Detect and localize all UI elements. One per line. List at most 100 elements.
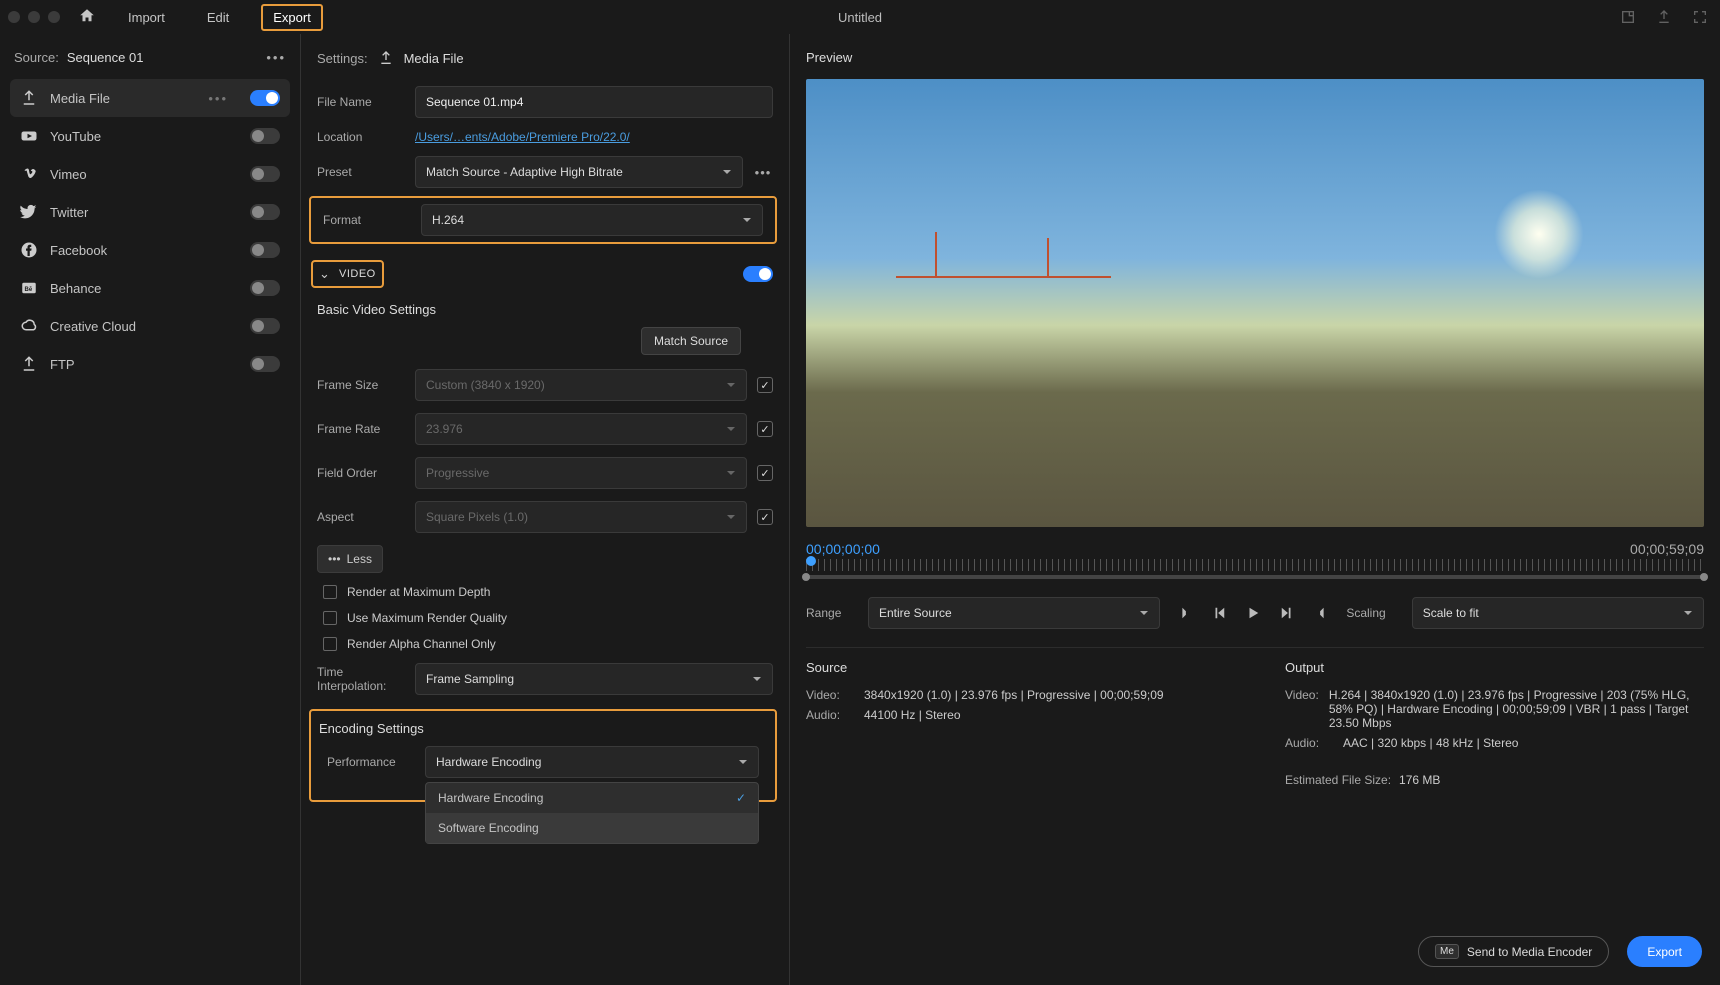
- dest-youtube[interactable]: YouTube: [10, 117, 290, 155]
- source-label: Source:: [14, 50, 59, 65]
- mark-out-icon[interactable]: [1314, 606, 1328, 620]
- preview-monitor[interactable]: [806, 79, 1704, 527]
- dest-toggle[interactable]: [250, 242, 280, 258]
- render-alpha-label: Render Alpha Channel Only: [347, 637, 496, 651]
- frame-rate-select[interactable]: 23.976: [415, 413, 747, 445]
- preview-header: Preview: [806, 44, 1704, 79]
- step-forward-icon[interactable]: [1280, 606, 1294, 620]
- dest-creative-cloud[interactable]: Creative Cloud: [10, 307, 290, 345]
- step-back-icon[interactable]: [1212, 606, 1226, 620]
- send-to-encoder-button[interactable]: Me Send to Media Encoder: [1418, 936, 1609, 967]
- less-button[interactable]: •••Less: [317, 545, 383, 573]
- dest-toggle[interactable]: [250, 318, 280, 334]
- aspect-lock-check[interactable]: [757, 509, 773, 525]
- media-encoder-badge-icon: Me: [1435, 944, 1459, 959]
- settings-label: Settings:: [317, 51, 368, 66]
- home-icon[interactable]: [78, 7, 96, 28]
- preset-more-icon[interactable]: •••: [753, 165, 773, 180]
- menu-edit[interactable]: Edit: [197, 4, 239, 31]
- frame-size-select[interactable]: Custom (3840 x 1920): [415, 369, 747, 401]
- format-select[interactable]: H.264: [421, 204, 763, 236]
- max-render-icon[interactable]: [1620, 9, 1636, 25]
- est-value: 176 MB: [1399, 773, 1440, 787]
- timecode-out: 00;00;59;09: [1630, 541, 1704, 557]
- chevron-down-icon: [752, 674, 762, 684]
- chevron-down-icon: [722, 167, 732, 177]
- mark-in-icon[interactable]: [1178, 606, 1192, 620]
- document-title: Untitled: [838, 10, 882, 25]
- settings-export-icon: [378, 50, 394, 66]
- scaling-select[interactable]: Scale to fit: [1412, 597, 1704, 629]
- frame-rate-lock-check[interactable]: [757, 421, 773, 437]
- dest-ftp[interactable]: FTP: [10, 345, 290, 383]
- render-max-depth-checkbox[interactable]: [323, 585, 337, 599]
- export-button[interactable]: Export: [1627, 936, 1702, 967]
- field-order-select[interactable]: Progressive: [415, 457, 747, 489]
- twitter-icon: [20, 203, 38, 221]
- filename-input[interactable]: [415, 86, 773, 118]
- dest-label: Vimeo: [50, 167, 238, 182]
- range-select[interactable]: Entire Source: [868, 597, 1160, 629]
- export-file-icon: [20, 89, 38, 107]
- frame-rate-label: Frame Rate: [317, 422, 405, 436]
- dest-toggle[interactable]: [250, 166, 280, 182]
- play-icon[interactable]: [1246, 606, 1260, 620]
- frame-size-lock-check[interactable]: [757, 377, 773, 393]
- dest-behance[interactable]: Bē Behance: [10, 269, 290, 307]
- out-video-key: Video:: [1285, 688, 1319, 730]
- source-value[interactable]: Sequence 01: [67, 50, 267, 65]
- out-audio-key: Audio:: [1285, 736, 1333, 750]
- scrubber[interactable]: [806, 559, 1704, 585]
- youtube-icon: [20, 127, 38, 145]
- section-caret-icon[interactable]: ⌄: [319, 266, 331, 282]
- dest-facebook[interactable]: Facebook: [10, 231, 290, 269]
- perf-option-software[interactable]: Software Encoding: [426, 813, 758, 843]
- check-icon: ✓: [736, 791, 746, 805]
- dest-twitter[interactable]: Twitter: [10, 193, 290, 231]
- output-info-header: Output: [1285, 660, 1704, 685]
- dest-label: FTP: [50, 357, 238, 372]
- dest-more-icon[interactable]: •••: [208, 91, 228, 106]
- video-section-title[interactable]: VIDEO: [339, 268, 376, 280]
- playhead-icon[interactable]: [806, 556, 816, 566]
- encoding-settings-header: Encoding Settings: [319, 721, 767, 744]
- menu-import[interactable]: Import: [118, 4, 175, 31]
- render-alpha-checkbox[interactable]: [323, 637, 337, 651]
- dest-toggle[interactable]: [250, 90, 280, 106]
- creative-cloud-icon: [20, 317, 38, 335]
- use-max-quality-checkbox[interactable]: [323, 611, 337, 625]
- dest-toggle[interactable]: [250, 280, 280, 296]
- dest-label: YouTube: [50, 129, 238, 144]
- share-icon[interactable]: [1656, 9, 1672, 25]
- settings-name: Media File: [404, 51, 464, 66]
- performance-select[interactable]: Hardware Encoding: [425, 746, 759, 778]
- dest-vimeo[interactable]: Vimeo: [10, 155, 290, 193]
- preset-select[interactable]: Match Source - Adaptive High Bitrate: [415, 156, 743, 188]
- chevron-down-icon: [726, 380, 736, 390]
- source-more-icon[interactable]: •••: [266, 50, 286, 65]
- field-order-lock-check[interactable]: [757, 465, 773, 481]
- chevron-down-icon: [726, 512, 736, 522]
- window-traffic-lights[interactable]: [8, 11, 60, 23]
- video-section-toggle[interactable]: [743, 266, 773, 282]
- aspect-select[interactable]: Square Pixels (1.0): [415, 501, 747, 533]
- behance-icon: Bē: [20, 279, 38, 297]
- match-source-button[interactable]: Match Source: [641, 327, 741, 355]
- range-label: Range: [806, 606, 850, 620]
- time-interp-label: Time Interpolation:: [317, 665, 405, 694]
- dest-toggle[interactable]: [250, 204, 280, 220]
- preset-label: Preset: [317, 165, 405, 179]
- perf-option-hardware[interactable]: Hardware Encoding ✓: [426, 783, 758, 813]
- chevron-down-icon: [726, 468, 736, 478]
- dest-toggle[interactable]: [250, 128, 280, 144]
- dest-toggle[interactable]: [250, 356, 280, 372]
- chevron-down-icon: [1683, 608, 1693, 618]
- chevron-down-icon: [726, 424, 736, 434]
- dest-label: Twitter: [50, 205, 238, 220]
- time-interp-select[interactable]: Frame Sampling: [415, 663, 773, 695]
- dest-media-file[interactable]: Media File •••: [10, 79, 290, 117]
- menu-export[interactable]: Export: [261, 4, 323, 31]
- timecode-in[interactable]: 00;00;00;00: [806, 541, 880, 557]
- location-link[interactable]: /Users/…ents/Adobe/Premiere Pro/22.0/: [415, 130, 630, 144]
- fullscreen-icon[interactable]: [1692, 9, 1708, 25]
